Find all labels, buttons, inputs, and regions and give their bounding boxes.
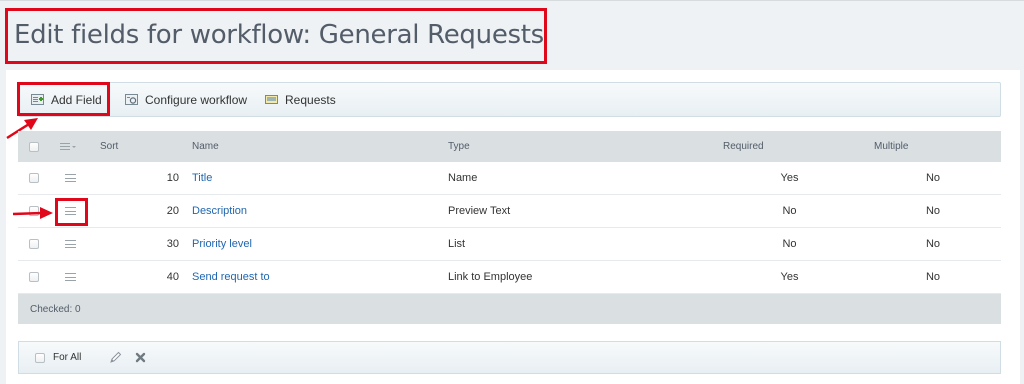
- row-type: Link to Employee: [448, 271, 533, 283]
- title-highlight-box: [5, 8, 547, 64]
- row-multiple: No: [925, 238, 941, 250]
- delete-x-icon[interactable]: [135, 342, 146, 373]
- row-sort: 30: [166, 238, 179, 250]
- table-row[interactable]: 30 Priority level List No No: [18, 228, 1001, 261]
- column-header-multiple[interactable]: Multiple: [874, 131, 908, 162]
- row-required: Yes: [780, 172, 799, 184]
- toolbar: Add Field Configure workflow Requests: [18, 82, 1001, 117]
- column-header-type[interactable]: Type: [448, 131, 470, 162]
- requests-icon: [265, 94, 278, 105]
- configure-workflow-label: Configure workflow: [145, 92, 248, 107]
- fields-grid: Sort Name Type Required Multiple 10 Titl…: [18, 131, 1001, 324]
- group-action-bar: For All: [18, 341, 1001, 374]
- grid-header: Sort Name Type Required Multiple: [18, 131, 1001, 162]
- row-type: Preview Text: [448, 205, 511, 217]
- add-field-highlight-box: [17, 82, 110, 116]
- column-settings-menu[interactable]: [60, 131, 76, 162]
- table-row[interactable]: 40 Send request to Link to Employee Yes …: [18, 261, 1001, 294]
- table-row[interactable]: 20 Description Preview Text No No: [18, 195, 1001, 228]
- configure-workflow-button[interactable]: Configure workflow: [125, 83, 247, 116]
- requests-label: Requests: [285, 92, 336, 107]
- row-required: Yes: [780, 271, 799, 283]
- row-multiple: No: [925, 172, 941, 184]
- drag-handle-highlight-box: [55, 198, 88, 226]
- pencil-icon[interactable]: [109, 342, 122, 373]
- select-all-checkbox[interactable]: [29, 131, 39, 162]
- checked-count: Checked: 0: [18, 294, 1001, 324]
- requests-button[interactable]: Requests: [265, 83, 336, 116]
- table-row[interactable]: 10 Title Name Yes No: [18, 162, 1001, 195]
- row-multiple: No: [925, 205, 941, 217]
- configure-icon: [125, 94, 138, 105]
- row-multiple: No: [925, 271, 941, 283]
- row-sort: 10: [166, 172, 179, 184]
- top-divider: [0, 0, 1024, 1]
- row-required: No: [782, 238, 797, 250]
- row-type: List: [448, 238, 466, 250]
- row-name-link[interactable]: Description: [192, 195, 247, 227]
- column-header-required[interactable]: Required: [723, 131, 764, 162]
- row-sort: 40: [166, 271, 179, 283]
- column-menu-icon: [60, 142, 76, 150]
- row-name-link[interactable]: Priority level: [192, 228, 252, 260]
- column-header-name[interactable]: Name: [192, 131, 219, 162]
- for-all-checkbox[interactable]: [35, 342, 45, 373]
- row-name-link[interactable]: Title: [192, 162, 212, 194]
- row-required: No: [782, 205, 797, 217]
- row-type: Name: [448, 172, 478, 184]
- column-header-sort[interactable]: Sort: [100, 131, 118, 162]
- arrow-annotation-drag: [12, 207, 53, 219]
- for-all-label: For All: [53, 352, 82, 363]
- row-name-link[interactable]: Send request to: [192, 261, 270, 293]
